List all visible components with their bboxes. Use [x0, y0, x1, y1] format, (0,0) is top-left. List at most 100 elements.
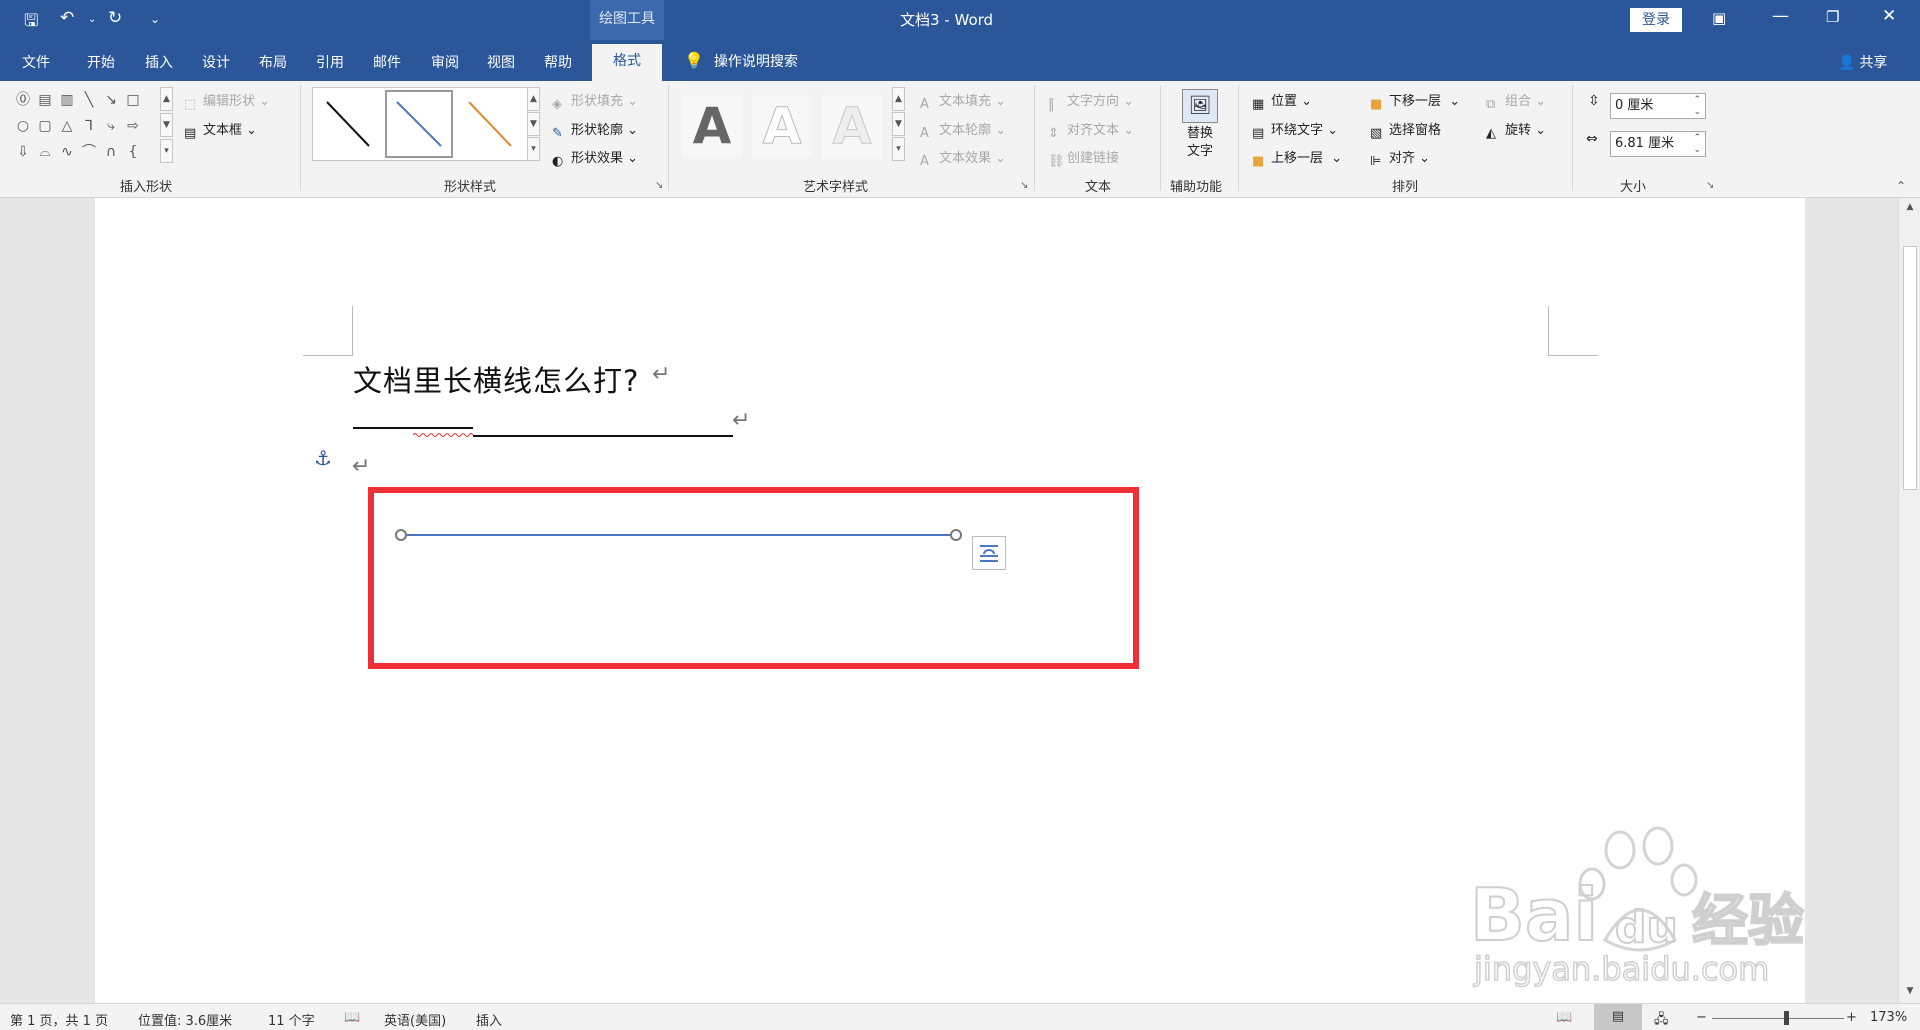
shape-elbow-arrow-icon[interactable]: ⤷	[100, 115, 122, 137]
save-icon[interactable]: 🖫	[24, 8, 38, 37]
shape-callout-icon[interactable]: ⓪	[12, 89, 34, 111]
shapes-more[interactable]: ▾	[160, 139, 173, 163]
undo-icon[interactable]: ↶	[60, 8, 74, 28]
shape-styles-scroll-up[interactable]: ▲	[527, 87, 540, 111]
shapes-scroll-up[interactable]: ▲	[160, 87, 173, 111]
bring-forward-button[interactable]: ■ 上移一层 ⌄	[1252, 147, 1342, 169]
text-outline-button[interactable]: A 文本轮廓 ⌄	[920, 119, 1006, 141]
shape-brace-icon[interactable]: {	[122, 141, 144, 163]
scroll-down-icon[interactable]: ▼	[1899, 986, 1920, 996]
line-end-handle[interactable]	[950, 529, 962, 541]
scroll-up-icon[interactable]: ▲	[1899, 202, 1920, 212]
word-count[interactable]: 11 个字	[268, 1010, 315, 1029]
edit-shape-button[interactable]: ⬚ 编辑形状 ⌄	[184, 90, 270, 112]
shape-arc-icon[interactable]: ⌒	[78, 141, 100, 163]
tab-view[interactable]: 视图	[487, 52, 515, 72]
shapes-scroll-down[interactable]: ▼	[160, 113, 173, 137]
align-text-button[interactable]: ⇕ 对齐文本 ⌄	[1048, 119, 1134, 141]
shape-line-icon[interactable]: ╲	[78, 89, 100, 111]
size-launcher-icon[interactable]: ↘	[1706, 180, 1714, 191]
redo-icon[interactable]: ↻	[108, 8, 122, 28]
zoom-slider-track[interactable]	[1712, 1018, 1844, 1019]
tab-design[interactable]: 设计	[202, 52, 230, 72]
share-button[interactable]: 👤 共享	[1838, 52, 1887, 72]
zoom-slider-thumb[interactable]	[1784, 1011, 1789, 1025]
wordart-gallery[interactable]: A A A	[680, 87, 892, 163]
wordart-style-white[interactable]: A	[752, 95, 812, 157]
collapse-ribbon-icon[interactable]: ⌃	[1896, 179, 1906, 193]
shape-freeform-icon[interactable]: ⌓	[34, 141, 56, 163]
shape-style-orange[interactable]	[457, 90, 523, 158]
shape-styles-more[interactable]: ▾	[527, 137, 540, 161]
shape-effects-button[interactable]: ◐ 形状效果 ⌄	[552, 147, 638, 169]
tab-home[interactable]: 开始	[87, 52, 115, 72]
shape-rectangle-icon[interactable]: □	[122, 89, 144, 111]
zoom-out-button[interactable]: −	[1696, 1010, 1707, 1025]
close-icon[interactable]: ✕	[1882, 6, 1896, 26]
selection-pane-button[interactable]: ▧ 选择窗格	[1370, 119, 1441, 141]
language-indicator[interactable]: 英语(美国)	[384, 1010, 446, 1029]
minimize-icon[interactable]: —	[1772, 6, 1789, 26]
wordart-style-light[interactable]: A	[822, 95, 882, 157]
shape-fill-button[interactable]: ◈ 形状填充 ⌄	[552, 90, 638, 112]
tab-review[interactable]: 审阅	[431, 52, 459, 72]
text-fill-button[interactable]: A 文本填充 ⌄	[920, 90, 1006, 112]
shape-triangle-icon[interactable]: △	[56, 115, 78, 137]
insert-mode[interactable]: 插入	[476, 1010, 502, 1029]
wordart-more[interactable]: ▾	[892, 137, 905, 161]
ribbon-display-options-icon[interactable]: ▣	[1712, 9, 1726, 27]
read-mode-icon[interactable]: 📖	[1556, 1010, 1572, 1025]
tab-format[interactable]: 格式	[592, 44, 662, 81]
align-button[interactable]: ⊫ 对齐 ⌄	[1370, 147, 1430, 169]
tab-references[interactable]: 引用	[316, 52, 344, 72]
shape-oval-icon[interactable]: ○	[12, 115, 34, 137]
tab-help[interactable]: 帮助	[544, 52, 572, 72]
text-box-button[interactable]: ▤ 文本框 ⌄	[184, 119, 257, 141]
customize-quick-access-icon[interactable]: ⌄	[150, 12, 160, 26]
wordart-scroll-up[interactable]: ▲	[892, 87, 905, 111]
shape-block-arrow-icon[interactable]: ⇨	[122, 115, 144, 137]
document-heading[interactable]: 文档里长横线怎么打?	[353, 358, 639, 400]
shape-textbox-icon[interactable]: ▤	[34, 89, 56, 111]
shape-style-blue-selected[interactable]	[385, 90, 453, 158]
line-start-handle[interactable]	[395, 529, 407, 541]
shape-arrow-line-icon[interactable]: ↘	[100, 89, 122, 111]
selected-line-shape[interactable]	[400, 534, 956, 536]
web-layout-icon[interactable]: 🖧	[1654, 1010, 1669, 1030]
shape-curve-icon[interactable]: ∩	[100, 141, 122, 163]
shapes-gallery[interactable]: ⓪ ▤ ▥ ╲ ↘ □ ○ ▢ △ ⅂ ⤷ ⇨ ⇩ ⌓ ∿ ⌒ ∩ {	[12, 87, 174, 167]
tab-insert[interactable]: 插入	[145, 52, 173, 72]
anchor-icon[interactable]: ⚓	[314, 446, 332, 470]
rotate-button[interactable]: ◭ 旋转 ⌄	[1486, 119, 1546, 141]
position-button[interactable]: ▦ 位置 ⌄	[1252, 90, 1312, 112]
zoom-in-button[interactable]: +	[1846, 1010, 1857, 1025]
create-link-button[interactable]: ⛓ 创建链接	[1048, 147, 1119, 169]
text-effects-button[interactable]: A 文本效果 ⌄	[920, 147, 1006, 169]
tab-file[interactable]: 文件	[22, 52, 50, 72]
print-layout-icon[interactable]: ▤	[1594, 1004, 1642, 1030]
shape-vertical-textbox-icon[interactable]: ▥	[56, 89, 78, 111]
shape-scribble-icon[interactable]: ∿	[56, 141, 78, 163]
width-spinner-icon[interactable]: ⌃ ⌄	[1693, 132, 1701, 156]
shape-down-arrow-icon[interactable]: ⇩	[12, 141, 34, 163]
undo-dropdown-icon[interactable]: ⌄	[88, 14, 96, 25]
login-button[interactable]: 登录	[1630, 8, 1682, 32]
text-direction-button[interactable]: ‖ 文字方向 ⌄	[1048, 90, 1134, 112]
shape-rounded-rect-icon[interactable]: ▢	[34, 115, 56, 137]
wordart-launcher-icon[interactable]: ↘	[1020, 180, 1028, 191]
wordart-style-gray[interactable]: A	[682, 95, 742, 157]
group-button[interactable]: ⧉ 组合 ⌄	[1486, 90, 1546, 112]
tell-me-search[interactable]: 💡 操作说明搜索	[684, 51, 798, 71]
vertical-scrollbar[interactable]: ▲ ▼	[1898, 198, 1920, 1003]
tab-mailings[interactable]: 邮件	[373, 52, 401, 72]
tab-layout[interactable]: 布局	[259, 52, 287, 72]
page-count[interactable]: 第 1 页，共 1 页	[10, 1010, 108, 1029]
shape-styles-scroll-down[interactable]: ▼	[527, 112, 540, 136]
shape-style-gallery[interactable]	[312, 87, 528, 161]
proofing-icon[interactable]: 📖	[344, 1010, 360, 1025]
vertical-position[interactable]: 位置值: 3.6厘米	[138, 1010, 232, 1029]
layout-options-button[interactable]	[972, 536, 1006, 570]
wordart-scroll-down[interactable]: ▼	[892, 112, 905, 136]
height-spinner-icon[interactable]: ⌃ ⌄	[1693, 94, 1701, 118]
shape-width-input[interactable]: 6.81 厘米 ⌃ ⌄	[1610, 131, 1706, 157]
